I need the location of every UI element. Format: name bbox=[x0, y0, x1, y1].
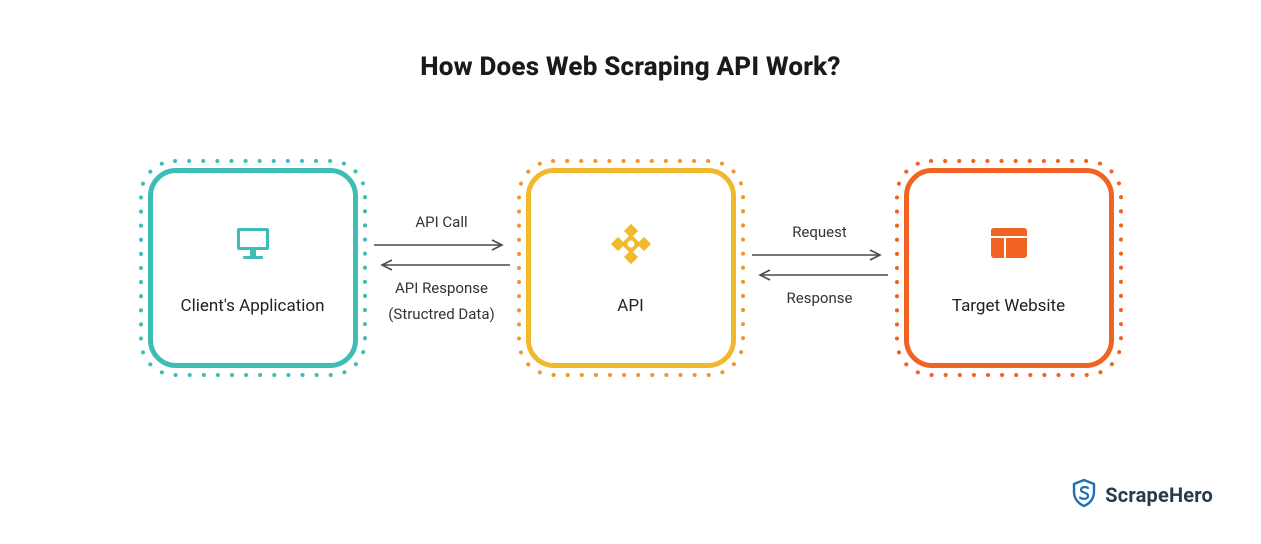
api-box: API bbox=[526, 168, 736, 368]
connector-api-target: Request Response bbox=[750, 222, 890, 315]
brand-name: ScrapeHero bbox=[1105, 483, 1213, 507]
arrow-right-icon bbox=[372, 238, 512, 252]
api-label: API bbox=[617, 296, 643, 316]
monitor-icon bbox=[231, 220, 275, 268]
client-box: Client's Application bbox=[148, 168, 358, 368]
target-box-wrap: Target Website bbox=[890, 154, 1128, 382]
arrow-right-icon bbox=[750, 248, 890, 262]
brand-logo: ScrapeHero bbox=[1071, 478, 1213, 512]
shield-icon bbox=[1071, 478, 1097, 512]
api-response-sub-label: (Structred Data) bbox=[388, 304, 494, 324]
response-label: Response bbox=[787, 288, 853, 308]
api-diamond-icon bbox=[608, 220, 654, 268]
diagram-row: Client's Application API Call API Respon… bbox=[0, 154, 1261, 382]
webpage-icon bbox=[987, 220, 1031, 268]
target-label: Target Website bbox=[952, 296, 1065, 316]
connector-client-api: API Call API Response (Structred Data) bbox=[372, 212, 512, 325]
api-box-wrap: API bbox=[512, 154, 750, 382]
request-label: Request bbox=[792, 222, 847, 242]
arrow-left-icon bbox=[750, 268, 890, 282]
client-box-wrap: Client's Application bbox=[134, 154, 372, 382]
api-call-label: API Call bbox=[415, 212, 467, 232]
arrow-left-icon bbox=[372, 258, 512, 272]
client-label: Client's Application bbox=[181, 296, 325, 316]
diagram-title: How Does Web Scraping API Work? bbox=[0, 0, 1261, 82]
api-response-label: API Response bbox=[395, 278, 488, 298]
target-box: Target Website bbox=[904, 168, 1114, 368]
